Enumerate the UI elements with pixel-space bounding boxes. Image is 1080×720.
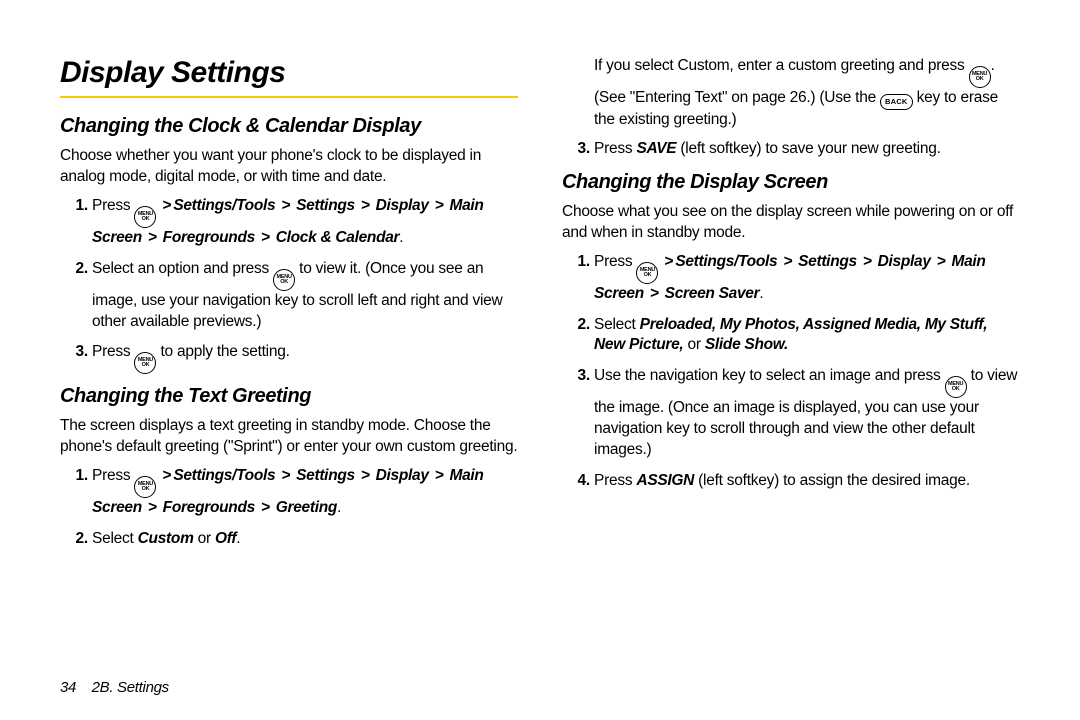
sec2-step3: Press SAVE (left softkey) to save your n… xyxy=(594,139,1020,160)
menu-ok-key-icon: MENUOK xyxy=(134,206,156,228)
sec3-step1: Press MENUOK >Settings/Tools > Settings … xyxy=(594,252,1020,305)
save-softkey: SAVE xyxy=(636,140,676,157)
page-footer: 34 2B. Settings xyxy=(60,671,1020,696)
text: Press xyxy=(92,197,130,214)
sec2-steps-part1: Press MENUOK >Settings/Tools > Settings … xyxy=(60,466,518,550)
text: Use the navigation key to select an imag… xyxy=(594,367,941,384)
option-custom: Custom xyxy=(138,530,194,547)
sec1-title: Changing the Clock & Calendar Display xyxy=(60,114,518,138)
sec1-steps: Press MENUOK >Settings/Tools > Settings … xyxy=(60,196,518,375)
option-slideshow: Slide Show. xyxy=(705,336,788,353)
text: Select xyxy=(594,316,636,333)
options-list: Preloaded, My Photos, Assigned Media, My… xyxy=(594,316,987,354)
sec2-step2: Select Custom or Off. xyxy=(92,529,518,550)
sec2-title: Changing the Text Greeting xyxy=(60,384,518,408)
sec3-steps: Press MENUOK >Settings/Tools > Settings … xyxy=(562,252,1020,492)
text: (left softkey) to save your new greeting… xyxy=(680,140,940,157)
text: Press xyxy=(594,472,632,489)
title-underline xyxy=(60,96,518,98)
text: If you select Custom, enter a custom gre… xyxy=(594,57,965,74)
text: Press xyxy=(594,140,632,157)
menu-ok-key-icon: MENUOK xyxy=(134,352,156,374)
menu-ok-key-icon: MENUOK xyxy=(969,66,991,88)
assign-softkey: ASSIGN xyxy=(636,472,694,489)
menu-ok-key-icon: MENUOK xyxy=(945,376,967,398)
section-label: 2B. Settings xyxy=(92,679,169,696)
sec3-intro: Choose what you see on the display scree… xyxy=(562,202,1020,244)
text: to apply the setting. xyxy=(161,343,290,360)
sec2-intro: The screen displays a text greeting in s… xyxy=(60,416,518,458)
option-off: Off xyxy=(215,530,236,547)
menu-ok-key-icon: MENUOK xyxy=(636,262,658,284)
back-key-icon: BACK xyxy=(880,94,912,110)
sec3-title: Changing the Display Screen xyxy=(562,170,1020,194)
page-title: Display Settings xyxy=(60,56,518,90)
text: (left softkey) to assign the desired ima… xyxy=(698,472,970,489)
right-column: If you select Custom, enter a custom gre… xyxy=(562,56,1020,671)
sec1-intro: Choose whether you want your phone's clo… xyxy=(60,146,518,188)
sec2-step1: Press MENUOK >Settings/Tools > Settings … xyxy=(92,466,518,519)
page-number: 34 xyxy=(60,679,76,696)
text: Press xyxy=(92,343,130,360)
text: Press xyxy=(594,253,632,270)
sec1-step3: Press MENUOK to apply the setting. xyxy=(92,342,518,374)
text: Select xyxy=(92,530,134,547)
text: or xyxy=(198,530,211,547)
text: Select an option and press xyxy=(92,260,269,277)
left-column: Display Settings Changing the Clock & Ca… xyxy=(60,56,518,671)
sec2-continuation: If you select Custom, enter a custom gre… xyxy=(562,56,1020,131)
menu-ok-key-icon: MENUOK xyxy=(134,476,156,498)
sec3-step3: Use the navigation key to select an imag… xyxy=(594,366,1020,461)
sec3-step4: Press ASSIGN (left softkey) to assign th… xyxy=(594,471,1020,492)
sec1-step1: Press MENUOK >Settings/Tools > Settings … xyxy=(92,196,518,249)
sec1-step2: Select an option and press MENUOK to vie… xyxy=(92,259,518,333)
sec3-step2: Select Preloaded, My Photos, Assigned Me… xyxy=(594,315,1020,357)
sec2-steps-part2: Press SAVE (left softkey) to save your n… xyxy=(562,139,1020,160)
text: Press xyxy=(92,467,130,484)
menu-ok-key-icon: MENUOK xyxy=(273,269,295,291)
text: or xyxy=(688,336,701,353)
